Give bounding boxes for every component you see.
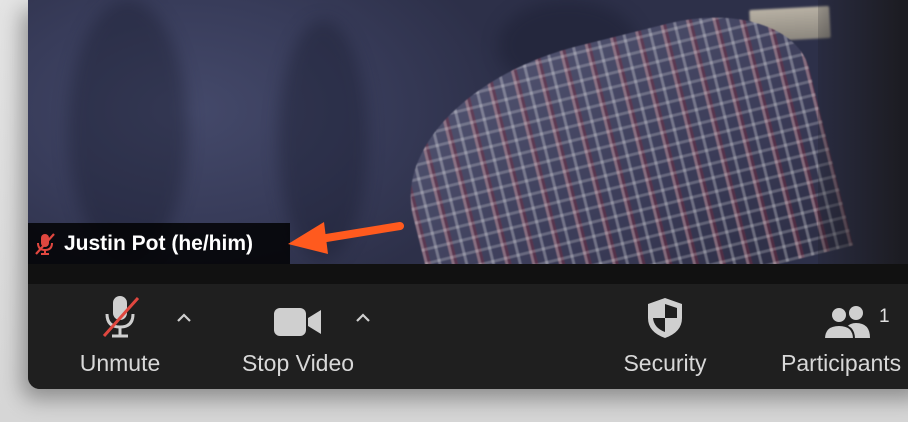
video-camera-icon bbox=[273, 284, 323, 344]
security-button[interactable]: Security bbox=[613, 284, 717, 389]
muted-mic-icon bbox=[32, 231, 58, 257]
video-toolbar-divider bbox=[28, 264, 908, 284]
audio-options-caret[interactable] bbox=[173, 309, 195, 329]
annotation-arrow-icon bbox=[288, 222, 404, 254]
stop-video-label: Stop Video bbox=[241, 350, 355, 376]
video-shadow bbox=[68, 0, 188, 260]
participants-count: 1 bbox=[879, 306, 890, 327]
chevron-up-icon bbox=[176, 310, 192, 328]
participants-button[interactable]: Participants bbox=[778, 284, 908, 389]
stop-video-button[interactable]: Stop Video bbox=[233, 284, 363, 389]
participant-video: Justin Pot (he/him) bbox=[28, 0, 908, 264]
participant-name: Justin Pot (he/him) bbox=[64, 231, 253, 255]
video-shirt-pattern bbox=[382, 0, 854, 264]
participant-name-tag: Justin Pot (he/him) bbox=[28, 223, 290, 264]
chevron-up-icon bbox=[355, 310, 371, 328]
meeting-toolbar: Unmute Stop Video Security Participants … bbox=[28, 284, 908, 389]
unmute-label: Unmute bbox=[79, 350, 161, 376]
shield-icon bbox=[645, 284, 685, 344]
unmute-button[interactable]: Unmute bbox=[74, 284, 166, 389]
zoom-meeting-window: Justin Pot (he/him) Unmute Stop Video Se… bbox=[28, 0, 908, 389]
video-shadow bbox=[818, 0, 908, 264]
participants-icon bbox=[778, 284, 874, 344]
video-options-caret[interactable] bbox=[352, 309, 374, 329]
muted-microphone-icon bbox=[100, 284, 140, 344]
security-label: Security bbox=[623, 350, 707, 376]
participants-label: Participants bbox=[781, 350, 902, 376]
